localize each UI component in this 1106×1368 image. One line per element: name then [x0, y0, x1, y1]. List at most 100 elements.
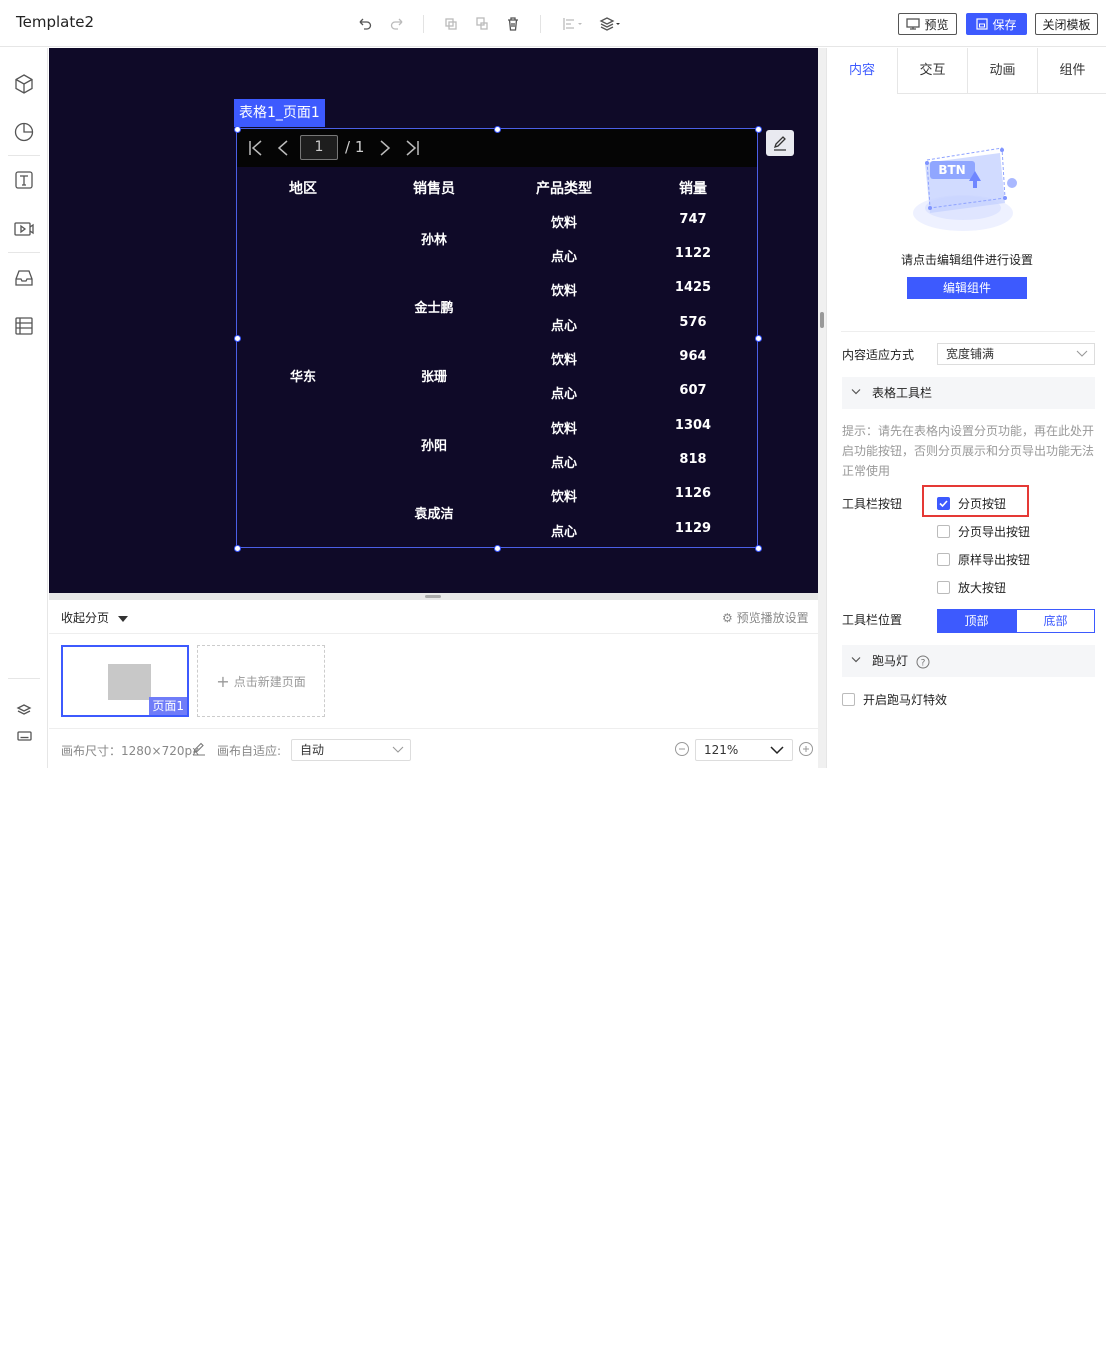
auto-fit-select[interactable]: 自动 [291, 739, 411, 761]
new-page-label: 点击新建页面 [233, 674, 306, 689]
splitter-grip[interactable] [820, 312, 824, 328]
first-page-icon[interactable] [246, 138, 266, 158]
tab-interaction[interactable]: 交互 [897, 48, 967, 94]
edit-widget-button[interactable] [766, 130, 794, 156]
pencil-icon [773, 136, 786, 151]
marquee-section[interactable]: 跑马灯 ? [842, 645, 1095, 677]
position-top-button[interactable]: 顶部 [937, 609, 1016, 633]
tab-component[interactable]: 组件 [1037, 48, 1106, 94]
checkbox[interactable] [937, 581, 950, 594]
resize-handle[interactable] [234, 545, 241, 552]
table-cell-type: 饮料 [550, 490, 577, 505]
close-template-button[interactable]: 关闭模板 [1035, 13, 1098, 35]
fit-mode-label: 内容适应方式 [842, 348, 915, 362]
media-icon[interactable] [12, 217, 36, 241]
resize-handle[interactable] [234, 126, 241, 133]
resize-handle[interactable] [755, 335, 762, 342]
inbox-icon[interactable] [12, 266, 36, 290]
option-label: 分页导出按钮 [958, 525, 1031, 539]
panel-divider [841, 331, 1095, 332]
table-cell-type: 点心 [550, 456, 577, 471]
svg-text:?: ? [920, 658, 925, 668]
selection-tag: 表格1_页面1 [234, 99, 325, 127]
copy-icon[interactable] [441, 14, 461, 34]
option-page-export-button[interactable]: 分页导出按钮 [937, 523, 1030, 540]
chevron-down-icon [392, 745, 404, 755]
table-toolbar-section[interactable]: 表格工具栏 [842, 377, 1095, 409]
thumbnail-preview [108, 664, 151, 700]
layer-icon[interactable] [598, 14, 624, 34]
zoom-value: 121% [704, 743, 739, 757]
fit-mode-select[interactable]: 宽度铺满 [937, 343, 1095, 365]
page-thumbnail[interactable]: 页面1 [61, 645, 189, 717]
chevron-down-icon [770, 745, 784, 755]
auto-fit-label: 画布自适应: [217, 744, 282, 758]
delete-icon[interactable] [503, 14, 523, 34]
next-page-icon[interactable] [375, 138, 395, 158]
resize-handle[interactable] [234, 335, 241, 342]
option-page-button[interactable]: 分页按钮 [937, 495, 1006, 512]
help-icon[interactable]: ? [916, 655, 930, 669]
marquee-effect-option[interactable]: 开启跑马灯特效 [842, 691, 947, 708]
canvas-size-label: 画布尺寸：1280×720px [61, 744, 200, 758]
align-icon[interactable] [560, 14, 586, 34]
table-cell-seller: 金士鹏 [414, 301, 454, 316]
text-icon[interactable] [12, 168, 36, 192]
option-zoom-button[interactable]: 放大按钮 [937, 579, 1006, 596]
option-raw-export-button[interactable]: 原样导出按钮 [937, 551, 1030, 568]
checkbox[interactable] [937, 525, 950, 538]
3d-box-icon[interactable] [12, 72, 36, 96]
new-page-button[interactable]: + 点击新建页面 [197, 645, 325, 717]
checkbox-checked[interactable] [937, 497, 950, 510]
zoom-out-icon[interactable] [674, 741, 690, 757]
marquee-title: 跑马灯 [872, 654, 909, 668]
chevron-down-icon [851, 656, 861, 664]
vertical-splitter[interactable] [818, 48, 826, 768]
option-label: 分页按钮 [958, 497, 1007, 511]
collapse-pages-label: 收起分页 [61, 611, 110, 625]
table-cell-type: 饮料 [550, 284, 577, 299]
keyboard-icon[interactable] [12, 724, 36, 748]
resize-handle[interactable] [755, 126, 762, 133]
table-cell-seller: 孙林 [420, 233, 447, 248]
edit-component-button[interactable]: 编辑组件 [907, 277, 1027, 299]
position-bottom-button[interactable]: 底部 [1016, 609, 1095, 633]
zoom-select[interactable]: 121% [695, 739, 793, 761]
layers-icon[interactable] [12, 698, 36, 722]
splitter-grip[interactable] [425, 595, 441, 598]
checkbox[interactable] [842, 693, 855, 706]
page-number-input[interactable]: 1 [300, 135, 338, 160]
table-cell-type: 点心 [550, 525, 577, 540]
redo-icon[interactable] [387, 14, 407, 34]
tab-content[interactable]: 内容 [827, 48, 897, 94]
prev-page-icon[interactable] [273, 138, 293, 158]
button-illustration: BTN [905, 128, 1030, 243]
table-pager: 1 / 1 [237, 129, 757, 167]
table-icon[interactable] [12, 314, 36, 338]
undo-icon[interactable] [355, 14, 375, 34]
table-cell-qty: 1126 [674, 486, 712, 501]
chart-icon[interactable] [12, 120, 36, 144]
tab-animation[interactable]: 动画 [967, 48, 1037, 94]
last-page-icon[interactable] [402, 138, 422, 158]
zoom-in-icon[interactable] [798, 741, 814, 757]
preview-play-settings[interactable]: ⚙ 预览播放设置 [722, 609, 809, 626]
edit-hint-text: 请点击编辑组件进行设置 [900, 253, 1033, 267]
preview-button[interactable]: 预览 [898, 13, 957, 35]
resize-handle[interactable] [755, 545, 762, 552]
status-bar: 画布尺寸：1280×720px 画布自适应: 自动 121% [49, 728, 818, 768]
resize-handle[interactable] [494, 545, 501, 552]
resize-handle[interactable] [494, 126, 501, 133]
collapse-pages-toggle[interactable]: 收起分页 [61, 609, 129, 626]
paste-icon[interactable] [472, 14, 492, 34]
table-header: 销售员 [413, 181, 455, 197]
toolbar-divider [423, 15, 424, 33]
table-cell-seller: 张珊 [420, 370, 447, 385]
edit-size-icon[interactable] [192, 742, 206, 756]
preview-play-settings-label: 预览播放设置 [736, 611, 809, 625]
horizontal-splitter[interactable] [49, 593, 818, 600]
checkbox[interactable] [937, 553, 950, 566]
toolbar-buttons-label: 工具栏按钮 [842, 497, 903, 511]
save-icon [976, 18, 989, 30]
save-button[interactable]: 保存 [966, 13, 1027, 35]
